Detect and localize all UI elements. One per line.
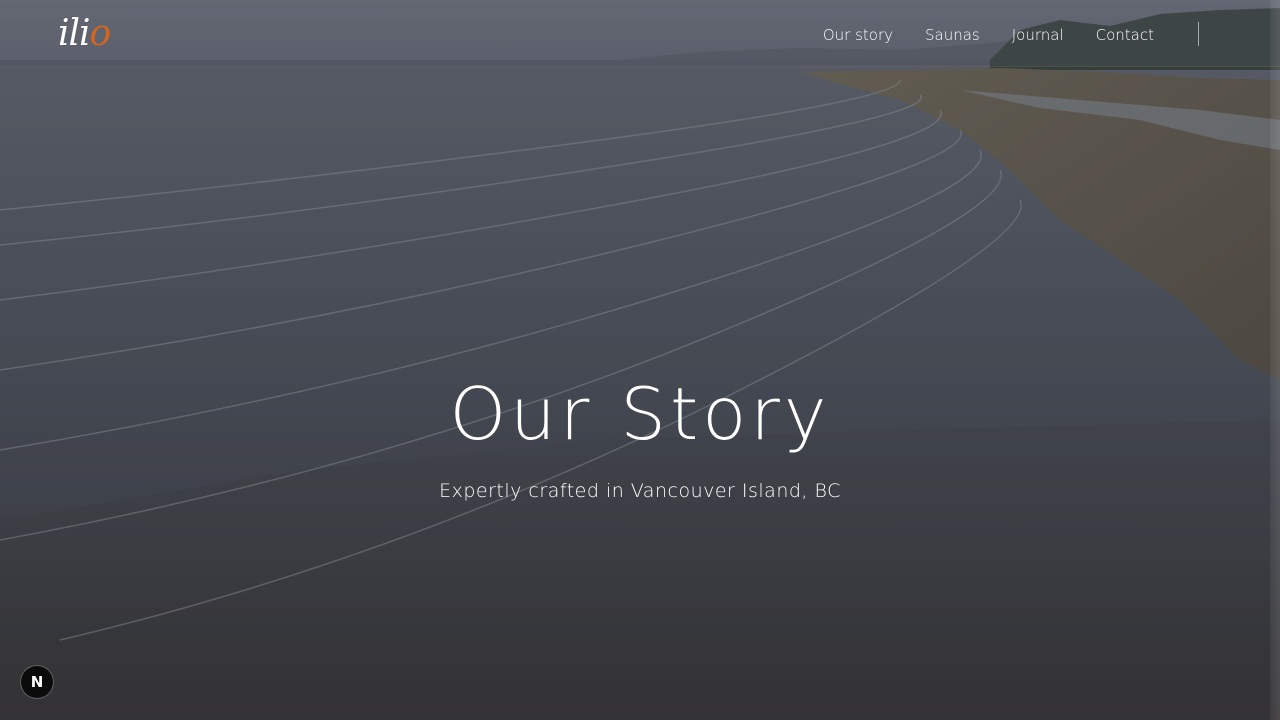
scrollbar-track[interactable]	[1270, 0, 1280, 720]
nav-link-our-story[interactable]: Our story	[823, 24, 893, 46]
nav-link-saunas[interactable]: Saunas	[925, 24, 980, 46]
main-nav: Our story Saunas Journal Contact	[823, 24, 1154, 46]
beach-background-image	[0, 0, 1280, 720]
hero-section: ilio Our story Saunas Journal Contact Ou…	[0, 0, 1280, 720]
ilio-logo[interactable]: ilio	[58, 12, 111, 56]
site-header: ilio Our story Saunas Journal Contact	[0, 0, 1280, 67]
nav-link-journal[interactable]: Journal	[1012, 24, 1064, 46]
hero-title: Our Story	[449, 372, 831, 456]
dev-badge-label: N	[30, 673, 44, 691]
nav-link-contact[interactable]: Contact	[1096, 24, 1154, 46]
hero-subtitle: Expertly crafted in Vancouver Island, BC	[439, 480, 841, 502]
nav-divider	[1198, 22, 1199, 46]
nextjs-icon[interactable]: N	[20, 665, 54, 699]
